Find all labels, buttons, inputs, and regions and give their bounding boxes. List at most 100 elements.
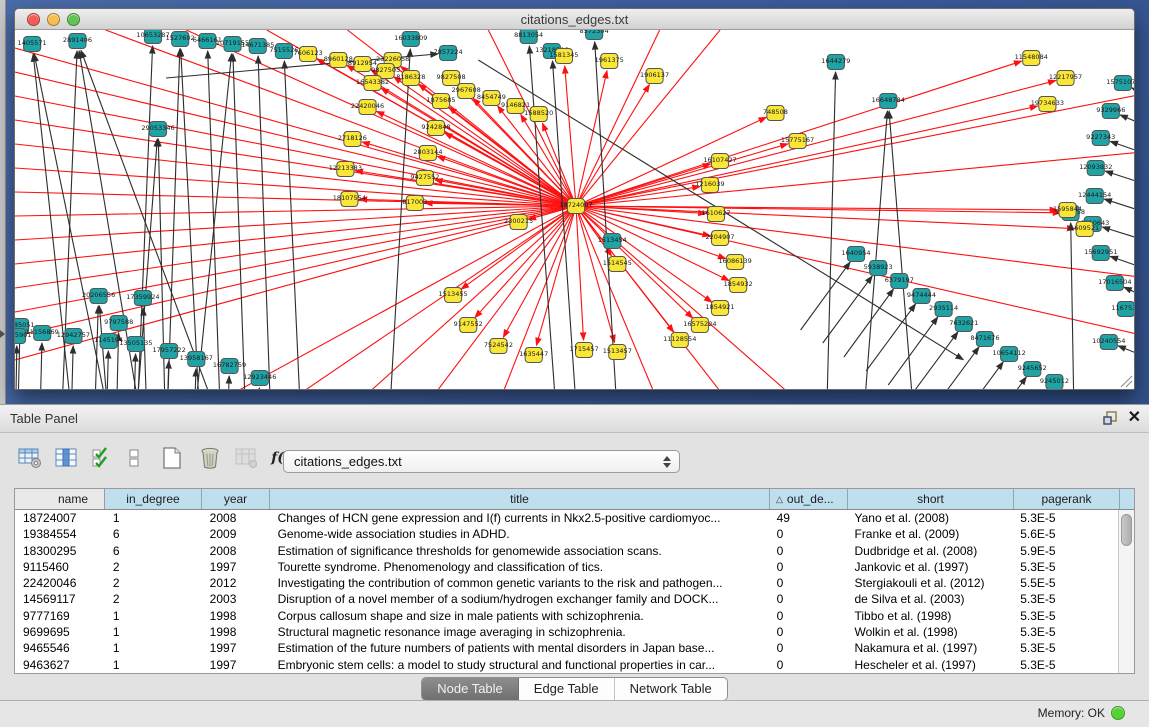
window-titlebar[interactable]: citations_edges.txt xyxy=(15,9,1134,30)
select-all-icon[interactable] xyxy=(88,443,116,473)
graph-node-yellow[interactable]: 16575224 xyxy=(683,318,716,333)
graph-node-yellow[interactable]: 1513457 xyxy=(603,345,632,360)
graph-node-teal[interactable]: 9329966 xyxy=(1096,104,1125,119)
tab-node-table[interactable]: Node Table xyxy=(422,678,519,700)
table-row[interactable]: 911546021997Tourette syndrome. Phenomeno… xyxy=(15,559,1118,575)
graph-node-teal[interactable]: 13505135 xyxy=(119,337,152,352)
graph-node-teal[interactable]: 1640954 xyxy=(841,247,870,262)
network-view-window[interactable]: citations_edges.txt 14055712891406106532… xyxy=(14,8,1135,390)
column-header-short[interactable]: short xyxy=(848,489,1014,509)
close-panel-icon[interactable]: ✕ xyxy=(1128,409,1141,427)
graph-node-teal[interactable]: 12093832 xyxy=(1079,161,1112,176)
table-row[interactable]: 1872400712008Changes of HCN gene express… xyxy=(15,510,1118,526)
graph-node-yellow[interactable]: 1635447 xyxy=(519,348,548,363)
float-panel-icon[interactable] xyxy=(1102,410,1118,426)
column-header-in_degree[interactable]: in_degree xyxy=(105,489,202,509)
graph-node-yellow[interactable]: 748508 xyxy=(763,106,788,121)
graph-node-teal[interactable]: 12923446 xyxy=(243,371,276,386)
tab-edge-table[interactable]: Edge Table xyxy=(519,678,615,700)
graph-node-yellow[interactable]: 12217957 xyxy=(1049,71,1082,86)
table-row[interactable]: 946362711997Embryonic stem cells: a mode… xyxy=(15,657,1118,673)
graph-node-yellow[interactable]: 16086139 xyxy=(719,255,752,270)
table-row[interactable]: 946554611997Estimation of the future num… xyxy=(15,640,1118,656)
graph-node-teal[interactable]: 1405571 xyxy=(18,37,47,52)
graph-node-teal[interactable]: 9227343 xyxy=(1086,131,1115,146)
graph-node-teal[interactable]: 1644279 xyxy=(821,55,850,70)
table-vertical-scrollbar[interactable] xyxy=(1118,510,1134,673)
graph-node-yellow[interactable]: 19734633 xyxy=(1031,97,1064,112)
expand-panel-arrow-icon[interactable] xyxy=(0,330,5,338)
graph-node-yellow[interactable]: 1581345 xyxy=(549,49,578,64)
graph-node-yellow[interactable]: 15775167 xyxy=(781,134,814,149)
graph-node-teal[interactable]: 10654112 xyxy=(992,347,1025,362)
graph-node-yellow[interactable]: 1588520 xyxy=(524,107,553,122)
graph-node-teal[interactable]: 20206556 xyxy=(82,289,115,304)
graph-node-yellow[interactable]: 11548084 xyxy=(1015,51,1048,66)
table-row[interactable]: 1938455462009Genome-wide association stu… xyxy=(15,526,1118,542)
graph-node-teal[interactable]: 6379197 xyxy=(885,274,914,289)
column-header-name[interactable]: name xyxy=(15,489,105,509)
column-settings-icon[interactable] xyxy=(52,443,80,473)
graph-node-yellow[interactable]: 817003 xyxy=(402,196,427,211)
graph-node-yellow[interactable]: 12213383 xyxy=(329,162,362,177)
graph-node-yellow[interactable]: 1610627 xyxy=(701,207,730,222)
deselect-all-icon[interactable] xyxy=(120,443,148,473)
graph-node-teal[interactable]: 16782759 xyxy=(213,359,246,374)
graph-node-teal[interactable]: 15692951 xyxy=(1084,246,1117,261)
graph-node-teal[interactable]: 2935114 xyxy=(929,302,958,317)
graph-node-yellow[interactable]: 18107554 xyxy=(333,192,366,207)
graph-node-teal[interactable]: 12444154 xyxy=(1078,189,1111,204)
graph-node-teal[interactable]: 1527602 xyxy=(166,32,195,47)
graph-node-teal[interactable]: 5938923 xyxy=(864,261,893,276)
graph-node-yellow[interactable]: 1513455 xyxy=(439,288,468,303)
graph-node-yellow[interactable]: 1854921 xyxy=(705,301,734,316)
tab-network-table[interactable]: Network Table xyxy=(615,678,727,700)
table-row[interactable]: 1456911722003Disruption of a novel membe… xyxy=(15,591,1118,607)
create-column-icon[interactable] xyxy=(158,443,186,473)
graph-node-teal[interactable]: 29053346 xyxy=(141,122,174,137)
graph-node-teal[interactable]: 15751074 xyxy=(1106,76,1134,91)
graph-node-yellow[interactable]: 16107427 xyxy=(703,154,736,169)
collapsed-control-panel[interactable] xyxy=(0,0,6,404)
table-row[interactable]: 969969511998Structural magnetic resonanc… xyxy=(15,624,1118,640)
graph-node-teal[interactable]: 8572304 xyxy=(580,30,609,40)
graph-node-teal[interactable]: 16033809 xyxy=(394,32,427,47)
table-mode-icon[interactable] xyxy=(16,443,44,473)
delete-column-icon[interactable] xyxy=(196,443,224,473)
graph-node-yellow[interactable]: 1906137 xyxy=(640,69,669,84)
graph-node-teal[interactable]: 2891406 xyxy=(63,34,92,49)
table-select[interactable]: citations_edges.txt xyxy=(283,450,680,473)
graph-node-teal[interactable]: 9245012 xyxy=(1040,375,1069,390)
scrollbar-thumb[interactable] xyxy=(1121,514,1132,546)
citation-network-graph[interactable]: 1405571289140610653287152760264661611071… xyxy=(15,30,1134,389)
table-row[interactable]: 1830029562008Estimation of significance … xyxy=(15,543,1118,559)
graph-node-teal[interactable]: 8813054 xyxy=(514,30,543,44)
graph-node-teal[interactable]: 9474444 xyxy=(907,289,936,304)
graph-node-teal[interactable]: 1167533 xyxy=(1111,302,1134,317)
graph-node-yellow[interactable]: 2204907 xyxy=(705,231,734,246)
column-header-out_de[interactable]: △out_de... xyxy=(770,489,848,509)
column-header-title[interactable]: title xyxy=(270,489,770,509)
graph-node-yellow[interactable]: 7524542 xyxy=(484,339,513,354)
graph-node-yellow[interactable]: 11128554 xyxy=(663,333,696,348)
graph-node-yellow[interactable]: 1715457 xyxy=(570,343,599,358)
table-panel-header[interactable]: Table Panel ✕ xyxy=(0,405,1149,433)
graph-node-yellow[interactable]: 1609521 xyxy=(1070,222,1099,237)
graph-node-teal[interactable]: 9245652 xyxy=(1018,362,1047,377)
graph-node-teal[interactable]: 7857224 xyxy=(434,46,463,61)
table-row[interactable]: 2242004622012Investigating the contribut… xyxy=(15,575,1118,591)
graph-node-yellow[interactable]: 9147552 xyxy=(454,318,483,333)
graph-node-teal[interactable]: 16648784 xyxy=(872,94,905,109)
memory-indicator-icon[interactable] xyxy=(1111,706,1125,720)
graph-node-teal[interactable]: 8471676 xyxy=(970,332,999,347)
graph-node-yellow[interactable]: 1854932 xyxy=(724,278,753,293)
network-canvas[interactable]: 1405571289140610653287152760264661611071… xyxy=(15,30,1134,389)
graph-node-yellow[interactable]: 2300215 xyxy=(504,215,533,230)
table-row[interactable]: 977716911998Corpus callosum shape and si… xyxy=(15,608,1118,624)
graph-node-yellow[interactable]: 1216039 xyxy=(695,178,724,193)
graph-node-yellow[interactable]: 1961375 xyxy=(595,54,624,69)
window-resize-grip[interactable] xyxy=(1121,376,1132,387)
graph-node-teal[interactable]: 13958167 xyxy=(180,352,213,367)
column-header-pagerank[interactable]: pagerank xyxy=(1014,489,1120,509)
graph-node-teal[interactable]: 7632621 xyxy=(949,317,978,332)
